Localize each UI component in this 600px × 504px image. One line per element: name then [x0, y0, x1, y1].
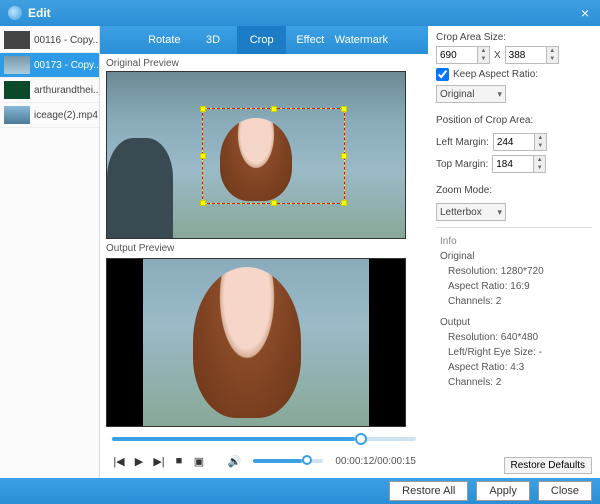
zoom-mode-label: Zoom Mode: — [436, 185, 592, 196]
restore-defaults-button[interactable]: Restore Defaults — [504, 457, 592, 474]
footer: Restore All Apply Close — [0, 478, 600, 504]
sidebar-item-label: 00173 - Copy... — [34, 60, 99, 71]
crop-handle-ml[interactable] — [200, 153, 206, 159]
tab-crop[interactable]: Crop — [237, 26, 286, 54]
info-out-aspect: Aspect Ratio: 4:3 — [440, 360, 592, 375]
info-block: Info Original Resolution: 1280*720 Aspec… — [436, 234, 592, 390]
crop-handle-mr[interactable] — [341, 153, 347, 159]
output-preview-image — [143, 259, 369, 427]
divider — [436, 227, 592, 228]
sidebar-item-label: iceage(2).mp4 — [34, 110, 98, 121]
prev-frame-icon[interactable]: |◀ — [112, 454, 126, 468]
left-margin-input[interactable] — [493, 133, 535, 151]
volume-icon[interactable]: 🔊 — [227, 454, 241, 468]
window-title: Edit — [28, 6, 578, 20]
crop-handle-bl[interactable] — [200, 200, 206, 206]
top-margin-label: Top Margin: — [436, 159, 488, 170]
crop-height-input[interactable] — [505, 46, 547, 64]
stop-icon[interactable]: ■ — [172, 454, 186, 468]
playback-controls: |◀ ▶ ▶| ■ ▣ 🔊 00:00:12/00:00:15 — [106, 448, 422, 474]
thumb-icon — [4, 31, 30, 49]
x-separator: X — [494, 50, 501, 61]
info-out-channels: Channels: 2 — [440, 375, 592, 390]
sidebar-item-1[interactable]: 00173 - Copy... — [0, 53, 99, 78]
info-orig-channels: Channels: 2 — [440, 294, 592, 309]
keep-aspect-checkbox[interactable] — [436, 68, 449, 81]
info-orig-aspect: Aspect Ratio: 16:9 — [440, 279, 592, 294]
info-orig-resolution: Resolution: 1280*720 — [440, 264, 592, 279]
apply-button[interactable]: Apply — [476, 481, 530, 501]
snapshot-icon[interactable]: ▣ — [192, 454, 206, 468]
file-sidebar: 00116 - Copy... 00173 - Copy... arthuran… — [0, 26, 100, 478]
height-spinner[interactable]: ▲▼ — [547, 46, 559, 64]
thumb-icon — [4, 81, 30, 99]
crop-size-label: Crop Area Size: — [436, 32, 592, 43]
output-preview — [106, 258, 406, 428]
keep-aspect-label: Keep Aspect Ratio: — [453, 69, 538, 80]
zoom-mode-select[interactable]: Letterbox — [436, 203, 506, 221]
info-heading: Info — [440, 234, 592, 249]
sidebar-item-3[interactable]: iceage(2).mp4 — [0, 103, 99, 128]
seek-bar[interactable] — [106, 430, 422, 448]
width-spinner[interactable]: ▲▼ — [478, 46, 490, 64]
close-icon[interactable]: × — [578, 6, 592, 20]
crop-handle-tl[interactable] — [200, 106, 206, 112]
tab-3d[interactable]: 3D — [189, 26, 238, 54]
volume-thumb-icon[interactable] — [302, 455, 312, 465]
sidebar-item-label: arthurandthei... — [34, 85, 99, 96]
crop-width-input[interactable] — [436, 46, 478, 64]
info-original-heading: Original — [440, 249, 592, 264]
crop-position-label: Position of Crop Area: — [436, 115, 592, 126]
volume-slider[interactable] — [253, 459, 323, 463]
left-spinner[interactable]: ▲▼ — [535, 133, 547, 151]
original-preview-label: Original Preview — [106, 58, 422, 69]
crop-settings-panel: Crop Area Size: ▲▼ X ▲▼ Keep Aspect Rati… — [428, 26, 600, 478]
sidebar-item-label: 00116 - Copy... — [34, 35, 99, 46]
left-margin-label: Left Margin: — [436, 137, 489, 148]
sidebar-item-0[interactable]: 00116 - Copy... — [0, 28, 99, 53]
tab-bar: Rotate 3D Crop Effect Watermark — [100, 26, 428, 54]
time-display: 00:00:12/00:00:15 — [335, 456, 416, 467]
crop-rectangle[interactable] — [202, 108, 345, 204]
top-spinner[interactable]: ▲▼ — [534, 155, 546, 173]
restore-all-button[interactable]: Restore All — [389, 481, 468, 501]
thumb-icon — [4, 106, 30, 124]
close-button[interactable]: Close — [538, 481, 592, 501]
tab-rotate[interactable]: Rotate — [140, 26, 189, 54]
info-output-heading: Output — [440, 315, 592, 330]
thumb-icon — [4, 56, 30, 74]
info-out-eye: Left/Right Eye Size: - — [440, 345, 592, 360]
tab-watermark[interactable]: Watermark — [335, 26, 388, 54]
crop-handle-tr[interactable] — [341, 106, 347, 112]
next-frame-icon[interactable]: ▶| — [152, 454, 166, 468]
titlebar: Edit × — [0, 0, 600, 26]
crop-handle-bm[interactable] — [271, 200, 277, 206]
play-icon[interactable]: ▶ — [132, 454, 146, 468]
aspect-select[interactable]: Original — [436, 85, 506, 103]
top-margin-input[interactable] — [492, 155, 534, 173]
seek-thumb-icon[interactable] — [355, 433, 367, 445]
original-preview[interactable] — [106, 71, 406, 239]
sidebar-item-2[interactable]: arthurandthei... — [0, 78, 99, 103]
crop-handle-br[interactable] — [341, 200, 347, 206]
output-preview-label: Output Preview — [106, 243, 422, 254]
tab-effect[interactable]: Effect — [286, 26, 335, 54]
info-out-resolution: Resolution: 640*480 — [440, 330, 592, 345]
app-logo-icon — [8, 6, 22, 20]
crop-handle-tm[interactable] — [271, 106, 277, 112]
